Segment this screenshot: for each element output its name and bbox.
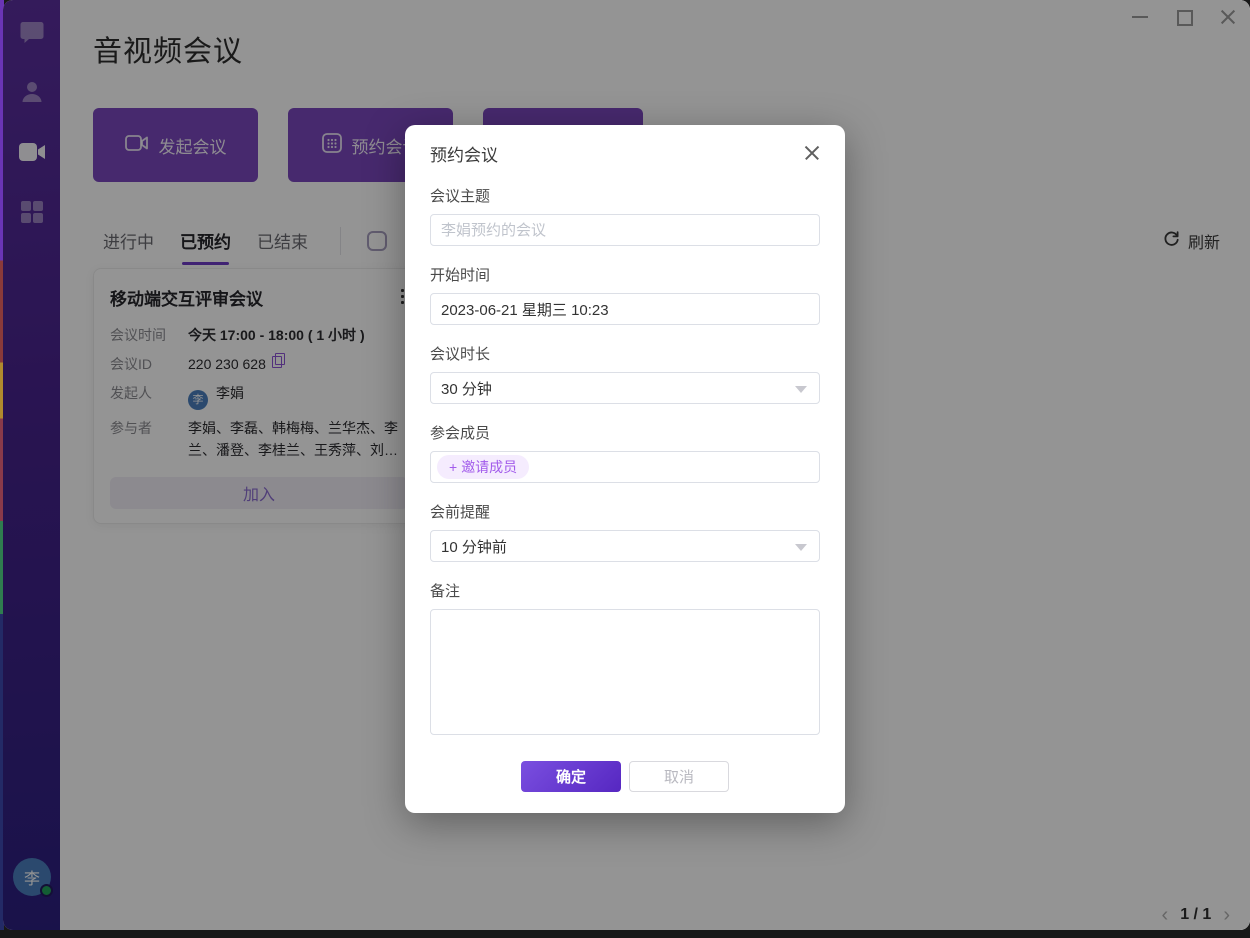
- start-time-label: 开始时间: [430, 264, 820, 285]
- topic-label: 会议主题: [430, 185, 820, 206]
- duration-value: 30 分钟: [441, 378, 492, 399]
- members-field[interactable]: + 邀请成员: [430, 451, 820, 483]
- notes-label: 备注: [430, 580, 820, 601]
- cancel-button[interactable]: 取消: [629, 761, 729, 792]
- notes-textarea[interactable]: [430, 609, 820, 735]
- chevron-down-icon: [795, 544, 807, 551]
- modal-close-icon[interactable]: [804, 145, 820, 161]
- confirm-button[interactable]: 确定: [521, 761, 621, 792]
- members-label: 参会成员: [430, 422, 820, 443]
- duration-label: 会议时长: [430, 343, 820, 364]
- schedule-meeting-modal: 预约会议 会议主题 开始时间 会议时长 30 分钟 参会成员 + 邀请成员: [405, 125, 845, 813]
- duration-select[interactable]: 30 分钟: [430, 372, 820, 404]
- chevron-down-icon: [795, 386, 807, 393]
- reminder-select[interactable]: 10 分钟前: [430, 530, 820, 562]
- plus-icon: +: [449, 459, 457, 475]
- topic-input[interactable]: [430, 214, 820, 246]
- reminder-label: 会前提醒: [430, 501, 820, 522]
- modal-title: 预约会议: [430, 141, 498, 166]
- invite-members-label: 邀请成员: [461, 457, 517, 477]
- reminder-value: 10 分钟前: [441, 536, 507, 557]
- invite-members-button[interactable]: + 邀请成员: [437, 455, 529, 479]
- app-window: 音视频会议 发起会议 预约: [3, 0, 1250, 930]
- start-time-input[interactable]: [430, 293, 820, 325]
